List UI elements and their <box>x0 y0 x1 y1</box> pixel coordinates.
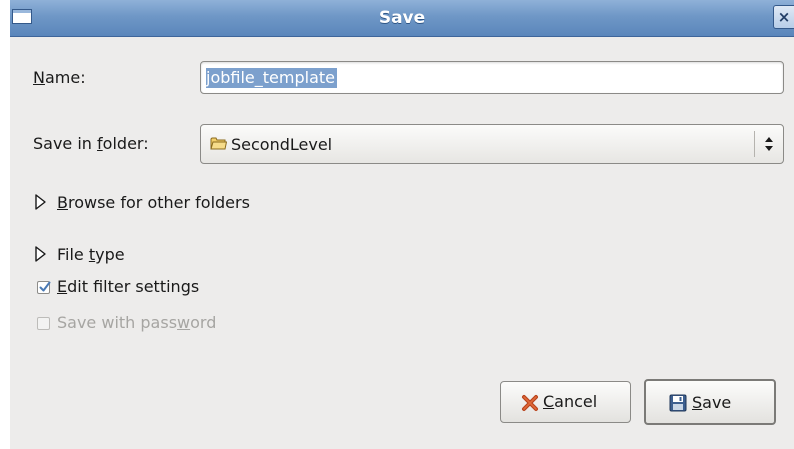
browse-folders-expander[interactable]: Browse for other folders <box>57 193 250 212</box>
save-dialog: Save × Name: jobfile_template Save in fo… <box>10 0 794 449</box>
save-with-password-checkbox <box>37 317 50 330</box>
save-with-password-label: Save with password <box>57 313 217 332</box>
name-label: Name: <box>33 68 86 87</box>
checkmark-icon <box>39 281 51 292</box>
expander-arrow-icon[interactable] <box>34 246 48 262</box>
folder-icon <box>210 137 227 150</box>
save-button-label: Save <box>692 393 732 412</box>
expander-arrow-icon[interactable] <box>34 194 48 210</box>
folder-combo[interactable]: SecondLevel <box>200 124 784 164</box>
combo-separator <box>754 131 755 157</box>
cancel-button-label: Cancel <box>543 392 598 411</box>
name-input-value: jobfile_template <box>206 68 337 88</box>
file-type-expander[interactable]: File type <box>57 245 125 264</box>
close-button[interactable]: × <box>773 5 794 29</box>
name-input[interactable]: jobfile_template <box>200 61 784 94</box>
floppy-disk-icon <box>669 394 687 412</box>
folder-combo-value: SecondLevel <box>231 135 333 154</box>
edit-filter-checkbox[interactable] <box>37 281 51 294</box>
cancel-button[interactable]: Cancel <box>500 381 631 423</box>
title-bar[interactable]: Save × <box>10 0 794 37</box>
folder-label: Save in folder: <box>33 134 149 153</box>
window-title: Save <box>378 8 426 28</box>
edit-filter-label[interactable]: Edit filter settings <box>57 277 199 296</box>
save-button[interactable]: Save <box>644 379 776 425</box>
chevron-updown-icon <box>765 137 773 151</box>
cancel-x-icon <box>522 395 538 411</box>
